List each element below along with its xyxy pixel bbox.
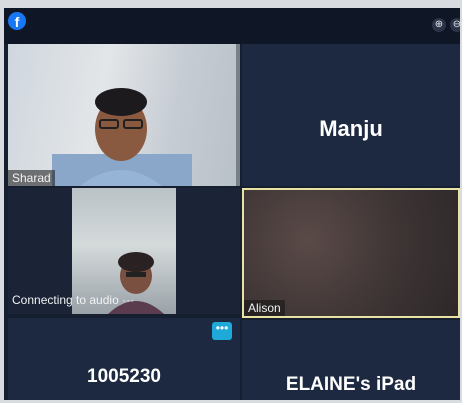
zoom-in-icon[interactable]: ⊕ xyxy=(432,18,446,32)
participant-tile-1005230[interactable]: 1005230 xyxy=(8,318,240,400)
participant-tile-sharad[interactable]: Sharad xyxy=(8,44,240,186)
top-bar: f ⊕ ⊖ xyxy=(4,8,460,44)
connecting-status-label: Connecting to audio ··· xyxy=(12,293,135,307)
facebook-icon[interactable]: f xyxy=(8,12,26,30)
participant-photo xyxy=(52,44,240,186)
more-options-button[interactable]: ••• xyxy=(212,322,232,340)
participant-name-label: Sharad xyxy=(8,170,55,186)
zoom-out-icon[interactable]: ⊖ xyxy=(450,18,460,32)
meeting-window: f ⊕ ⊖ Sharad Manju Connecting to audio ·… xyxy=(4,8,460,400)
participant-video xyxy=(244,190,458,316)
participant-tile-elaine-ipad[interactable]: ELAINE's iPad xyxy=(242,320,460,400)
participant-tile-alison[interactable]: Alison xyxy=(242,188,460,318)
participant-tile-connecting[interactable]: Connecting to audio ··· xyxy=(8,188,240,314)
participant-tile-manju[interactable]: Manju xyxy=(242,44,460,186)
participant-name: ELAINE's iPad xyxy=(285,374,417,395)
participant-name: 1005230 xyxy=(87,366,161,387)
participant-name-label: Alison xyxy=(244,300,285,316)
participant-video xyxy=(8,44,240,186)
participant-name: Manju xyxy=(319,116,383,141)
